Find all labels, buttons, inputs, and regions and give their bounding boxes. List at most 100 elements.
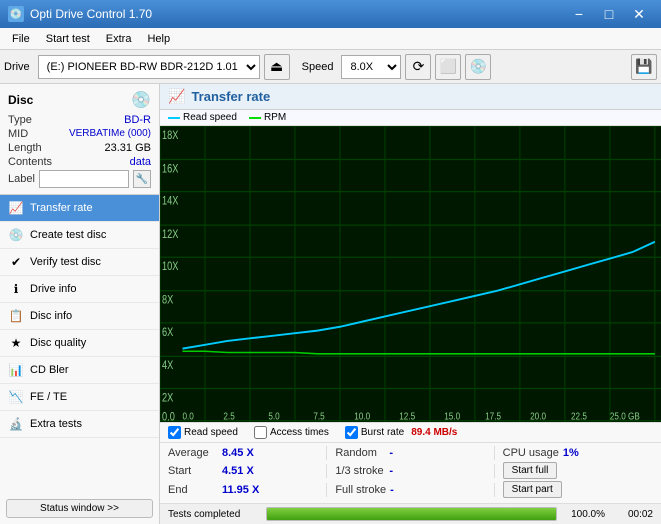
drive-select[interactable]: (E:) PIONEER BD-RW BDR-212D 1.01 xyxy=(38,55,260,79)
nav-cd-bler[interactable]: 📊 CD Bler xyxy=(0,357,159,384)
average-label: Average xyxy=(168,447,218,459)
type-value: BD-R xyxy=(124,114,151,126)
start-full-button[interactable]: Start full xyxy=(503,462,558,479)
burst-rate-checkbox[interactable] xyxy=(345,426,358,439)
disc-header: Disc 💿 xyxy=(8,90,151,110)
disc-quality-icon: ★ xyxy=(8,335,24,351)
menu-start-test[interactable]: Start test xyxy=(38,31,98,47)
checkboxes-row: Read speed Access times Burst rate 89.4 … xyxy=(160,422,661,442)
start-cell: Start 4.51 X xyxy=(168,465,318,477)
label-edit-button[interactable]: 🔧 xyxy=(133,170,151,188)
nav-disc-info[interactable]: 📋 Disc info xyxy=(0,303,159,330)
stats-row-1: Average 8.45 X Random - CPU usage 1% xyxy=(168,446,653,460)
svg-text:8X: 8X xyxy=(162,295,173,307)
full-stroke-cell: Full stroke - xyxy=(335,484,485,496)
disc-label-input[interactable] xyxy=(39,170,129,188)
chart-header-icon: 📈 xyxy=(168,88,185,105)
nav-section: 📈 Transfer rate 💿 Create test disc ✔ Ver… xyxy=(0,195,159,493)
nav-create-test-disc[interactable]: 💿 Create test disc xyxy=(0,222,159,249)
read-speed-checkbox-label: Read speed xyxy=(184,427,238,438)
start-part-cell: Start part xyxy=(503,481,653,498)
mid-label: MID xyxy=(8,128,28,140)
burst-rate-checkbox-label: Burst rate xyxy=(361,427,404,438)
label-label: Label xyxy=(8,173,35,185)
cd-bler-icon: 📊 xyxy=(8,362,24,378)
menu-extra[interactable]: Extra xyxy=(98,31,140,47)
nav-fe-te[interactable]: 📉 FE / TE xyxy=(0,384,159,411)
title-bar-controls: − □ ✕ xyxy=(565,3,653,25)
access-times-checkbox-label: Access times xyxy=(270,427,329,438)
erase-button[interactable]: ⬜ xyxy=(435,54,461,80)
access-times-checkbox[interactable] xyxy=(254,426,267,439)
svg-text:7.5: 7.5 xyxy=(313,411,324,422)
full-stroke-value: - xyxy=(390,484,430,496)
stats-row-2: Start 4.51 X 1/3 stroke - Start full xyxy=(168,462,653,479)
disc-type-row: Type BD-R xyxy=(8,114,151,126)
average-value: 8.45 X xyxy=(222,447,262,459)
contents-label: Contents xyxy=(8,156,52,168)
length-value: 23.31 GB xyxy=(105,142,151,154)
nav-verify-test-disc[interactable]: ✔ Verify test disc xyxy=(0,249,159,276)
save-button[interactable]: 💾 xyxy=(631,54,657,80)
svg-text:16X: 16X xyxy=(162,163,178,175)
title-bar: 💿 Opti Drive Control 1.70 − □ ✕ xyxy=(0,0,661,28)
svg-text:15.0: 15.0 xyxy=(444,411,460,422)
disc-section: Disc 💿 Type BD-R MID VERBATIMe (000) Len… xyxy=(0,84,159,195)
speed-select[interactable]: 8.0X 1.0X 2.0X 4.0X 6.0X 12.0X 16.0X xyxy=(341,55,401,79)
refresh-button[interactable]: ⟳ xyxy=(405,54,431,80)
drive-info-icon: ℹ xyxy=(8,281,24,297)
divider-4 xyxy=(494,464,495,478)
progress-percent: 100.0% xyxy=(565,509,605,520)
menu-file[interactable]: File xyxy=(4,31,38,47)
divider-1 xyxy=(326,446,327,460)
legend-read-speed: Read speed xyxy=(168,112,237,123)
start-full-cell: Start full xyxy=(503,462,653,479)
transfer-rate-icon: 📈 xyxy=(8,200,24,216)
status-window-button[interactable]: Status window >> xyxy=(6,499,153,518)
stroke13-label: 1/3 stroke xyxy=(335,465,385,477)
random-value: - xyxy=(389,447,429,459)
progress-bar-row: Tests completed 100.0% 00:02 xyxy=(160,503,661,524)
divider-3 xyxy=(326,464,327,478)
disc-btn2[interactable]: 💿 xyxy=(465,54,491,80)
app-icon: 💿 xyxy=(8,6,24,22)
read-speed-checkbox-item[interactable]: Read speed xyxy=(168,426,238,439)
end-cell: End 11.95 X xyxy=(168,484,318,496)
svg-text:10.0: 10.0 xyxy=(354,411,370,422)
mid-value: VERBATIMe (000) xyxy=(69,128,151,140)
legend-read-speed-label: Read speed xyxy=(183,112,237,123)
menu-help[interactable]: Help xyxy=(139,31,178,47)
svg-text:25.0 GB: 25.0 GB xyxy=(610,411,640,422)
drive-label: Drive xyxy=(4,61,30,73)
start-part-button[interactable]: Start part xyxy=(503,481,562,498)
nav-drive-info[interactable]: ℹ Drive info xyxy=(0,276,159,303)
close-button[interactable]: ✕ xyxy=(625,3,653,25)
nav-transfer-rate[interactable]: 📈 Transfer rate xyxy=(0,195,159,222)
svg-text:18X: 18X xyxy=(162,130,178,142)
progress-bar-container xyxy=(266,507,557,521)
app-title: Opti Drive Control 1.70 xyxy=(30,7,152,21)
create-test-disc-icon: 💿 xyxy=(8,227,24,243)
minimize-button[interactable]: − xyxy=(565,3,593,25)
burst-rate-checkbox-item[interactable]: Burst rate 89.4 MB/s xyxy=(345,426,458,439)
legend-read-speed-color xyxy=(168,117,180,119)
read-speed-checkbox[interactable] xyxy=(168,426,181,439)
random-label: Random xyxy=(335,447,385,459)
eject-button[interactable]: ⏏ xyxy=(264,54,290,80)
speed-label: Speed xyxy=(302,61,334,73)
nav-extra-tests[interactable]: 🔬 Extra tests xyxy=(0,411,159,438)
maximize-button[interactable]: □ xyxy=(595,3,623,25)
legend-rpm-color xyxy=(249,117,261,119)
nav-disc-quality[interactable]: ★ Disc quality xyxy=(0,330,159,357)
stroke13-cell: 1/3 stroke - xyxy=(335,465,485,477)
svg-text:12.5: 12.5 xyxy=(399,411,415,422)
divider-5 xyxy=(326,483,327,497)
chart-container: 18X 16X 14X 12X 10X 8X 6X 4X 2X 0.0 0.0 … xyxy=(160,126,661,422)
access-times-checkbox-item[interactable]: Access times xyxy=(254,426,329,439)
elapsed-time: 00:02 xyxy=(613,509,653,520)
svg-text:20.0: 20.0 xyxy=(530,411,546,422)
title-bar-left: 💿 Opti Drive Control 1.70 xyxy=(8,6,152,22)
legend-rpm: RPM xyxy=(249,112,286,123)
length-label: Length xyxy=(8,142,42,154)
cpu-label: CPU usage xyxy=(503,447,559,459)
